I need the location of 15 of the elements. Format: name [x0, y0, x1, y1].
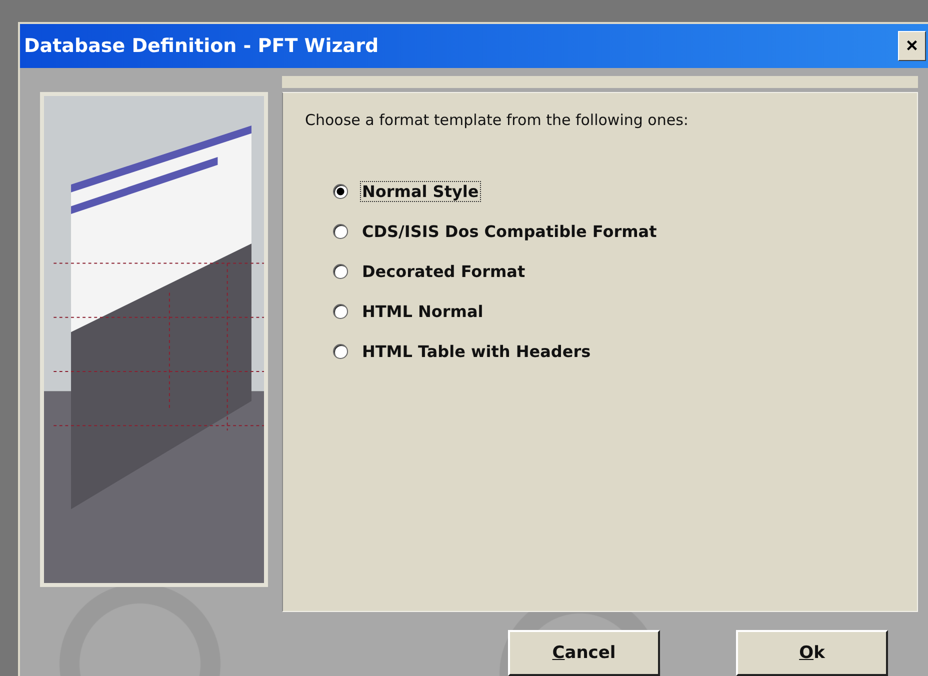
radio-button[interactable] [333, 304, 348, 319]
radio-button[interactable] [333, 184, 348, 199]
radio-button[interactable] [333, 344, 348, 359]
instruction-text: Choose a format template from the following ones: [305, 111, 690, 129]
radio-button[interactable] [333, 264, 348, 279]
option-label[interactable]: Decorated Format [360, 261, 528, 282]
option-label[interactable]: Normal Style [360, 181, 481, 202]
window-title: Database Definition - PFT Wizard [24, 35, 379, 57]
cancel-button[interactable]: Cancel [508, 630, 660, 676]
radio-button[interactable] [333, 224, 348, 239]
close-button[interactable]: × [898, 31, 926, 61]
option-label[interactable]: HTML Table with Headers [360, 341, 593, 362]
option-label[interactable]: HTML Normal [360, 301, 486, 322]
ok-button[interactable]: Ok [736, 630, 888, 676]
option-label[interactable]: CDS/ISIS Dos Compatible Format [360, 221, 659, 242]
